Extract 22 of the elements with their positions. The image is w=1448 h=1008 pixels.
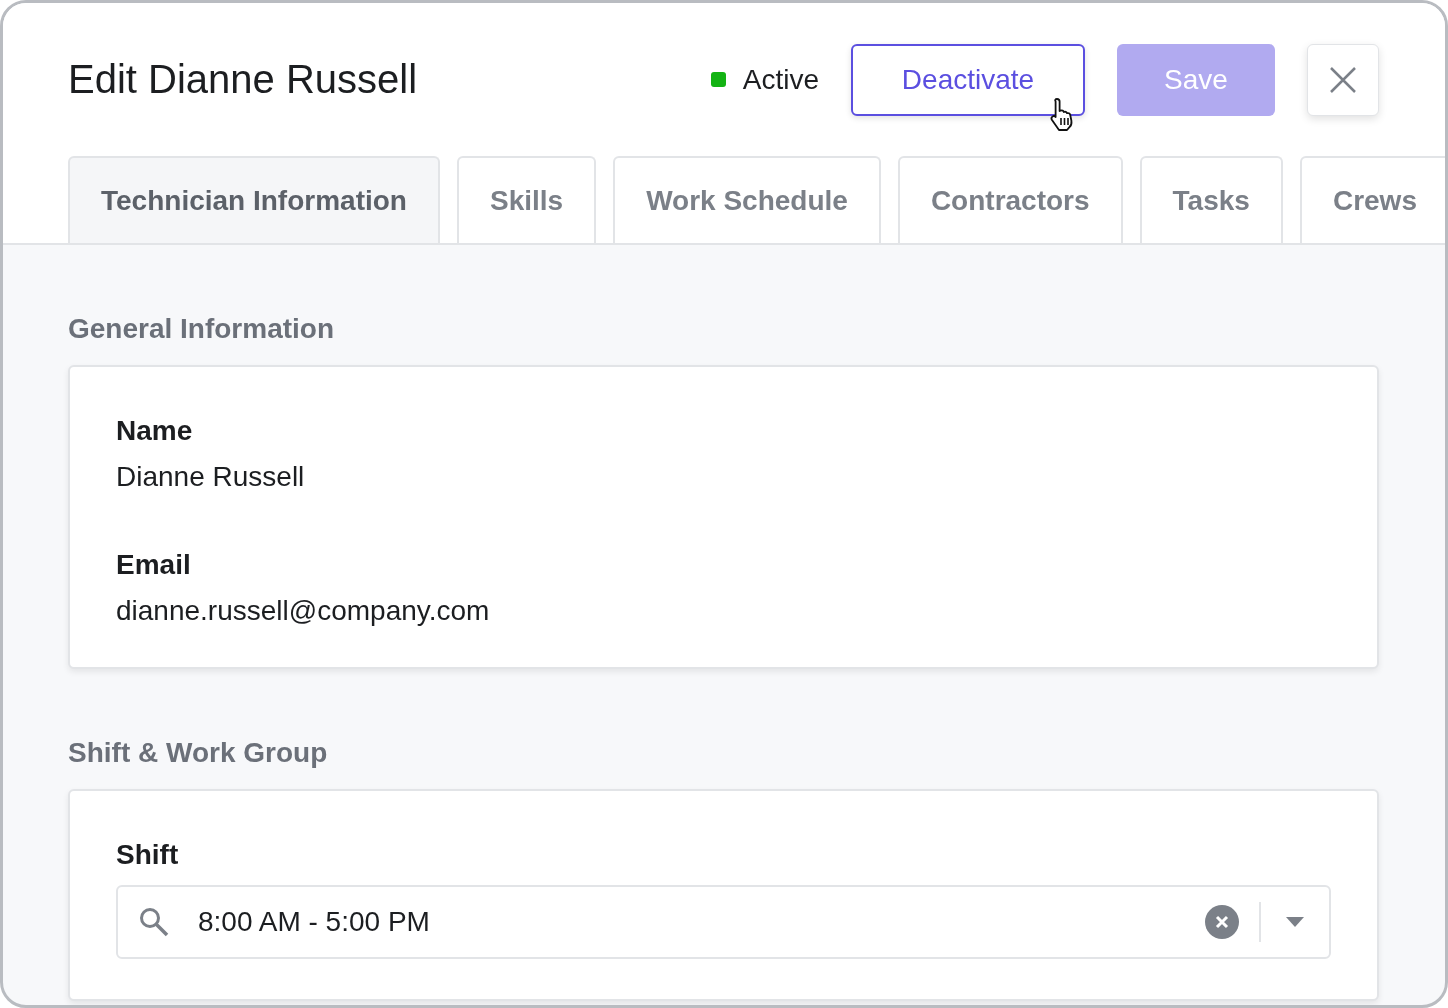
section-heading: Shift & Work Group <box>68 737 329 769</box>
search-icon <box>138 906 170 938</box>
caret-icon[interactable] <box>1285 916 1305 928</box>
tab[interactable]: Technician Information <box>68 156 440 243</box>
field-label: Shift <box>116 839 180 871</box>
deactivate-button[interactable]: Deactivate <box>851 43 1085 116</box>
clear-icon[interactable] <box>1205 905 1239 939</box>
field-label: Email <box>116 549 192 581</box>
section-heading: General Information <box>68 313 336 345</box>
tab[interactable]: Work Schedule <box>613 156 881 243</box>
shift-select[interactable]: 8:00 AM - 5:00 PM <box>116 885 1331 959</box>
dialog-title: Edit Dianne Russell <box>68 57 418 102</box>
field-label: Name <box>116 415 194 447</box>
tab[interactable]: Tasks <box>1139 156 1283 243</box>
tab[interactable]: Contractors <box>897 156 1123 243</box>
close-icon <box>1329 65 1357 94</box>
field-value: dianne.russell@company.com <box>116 595 491 627</box>
close-button[interactable] <box>1307 43 1379 116</box>
tab[interactable]: Crews <box>1299 156 1445 243</box>
field-value: Dianne Russell <box>116 461 306 493</box>
tab[interactable]: Skills <box>456 156 597 243</box>
status-label: Active <box>742 63 819 96</box>
